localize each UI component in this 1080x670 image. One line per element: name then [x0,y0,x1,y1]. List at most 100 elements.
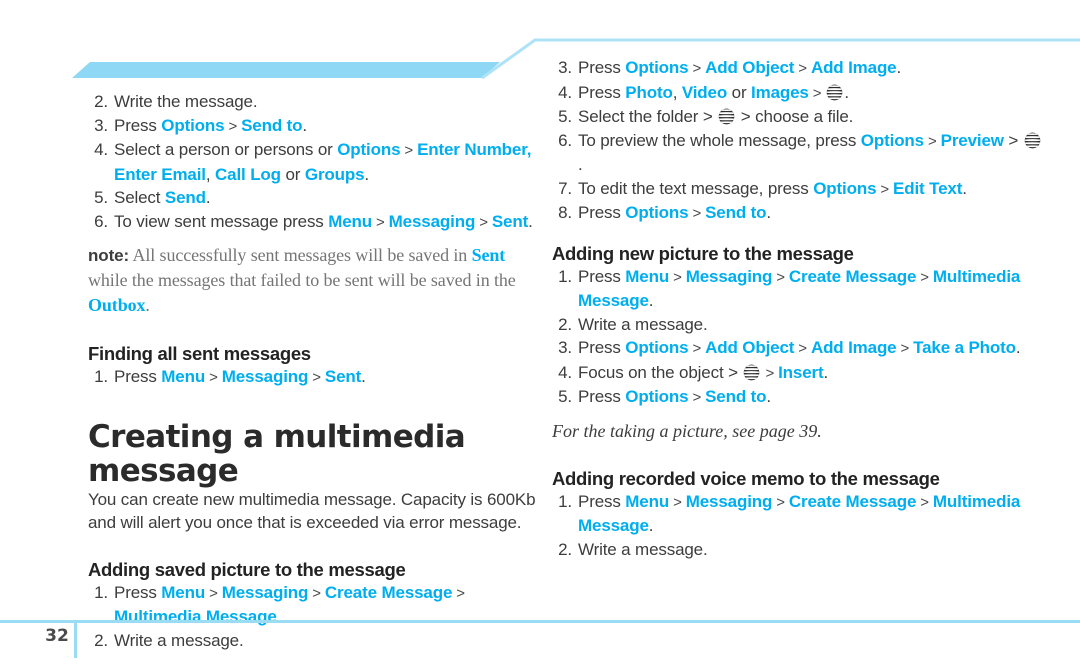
menu-path-token[interactable]: Options [337,140,400,159]
menu-path-token[interactable]: Images [751,83,809,102]
note-keyword: note: [88,246,130,265]
step-number: 4. [558,362,572,382]
step-number: 1. [94,367,108,386]
adding-voice-memo-steps: 1. Press Menu > Messaging > Create Messag… [552,490,1044,562]
step-item: 5. Select the folder > > choose a file. [552,105,1044,129]
menu-path-token[interactable]: Insert [778,363,824,382]
menu-path-token[interactable]: Menu [328,212,372,231]
step-number: 6. [94,211,108,231]
menu-path-token[interactable]: Preview [941,131,1004,150]
step-number: 1. [558,491,572,511]
menu-path-token[interactable]: Enter Email [114,165,206,184]
adding-new-picture-steps: 1. Press Menu > Messaging > Create Messag… [552,265,1044,410]
path-separator: > [761,364,779,382]
text-run: . [844,82,849,102]
left-column: 2. Write the message. 3. Press Options > Se… [88,0,540,652]
path-separator: > [772,268,789,286]
menu-path-token[interactable]: Messaging [686,492,773,511]
step-number: 3. [94,115,108,135]
path-separator: > [372,213,389,231]
step-item: 6. To view sent message press Menu > Mess… [88,210,540,235]
page-number: 32 [45,626,69,646]
menu-path-token[interactable]: Call Log [215,165,281,184]
menu-path-token[interactable]: Options [625,203,688,222]
heading-adding-saved-picture: Adding saved picture to the message [88,558,406,580]
step-item: 3. Press Options > Add Object > Add Image… [552,56,1044,81]
menu-path-token[interactable]: Messaging [222,367,309,386]
menu-path-token[interactable]: Take a Photo [913,338,1016,357]
menu-path-token[interactable]: Options [625,58,688,77]
menu-path-token[interactable]: Menu [161,583,205,602]
menu-path-token[interactable]: Photo [625,83,673,102]
menu-path-token[interactable]: Menu [161,367,205,386]
heading-adding-new-picture: Adding new picture to the message [552,242,854,264]
path-separator: > [876,180,894,198]
menu-path-token[interactable]: Menu [625,492,669,511]
step-number: 5. [94,188,108,207]
step-item: 5. Press Options > Send to. [552,385,1044,410]
path-separator: > [916,493,933,511]
text-run: Press [578,387,626,406]
text-run: Press [578,266,626,286]
step-item: 5. Select Send. [88,186,540,210]
menu-path-token[interactable]: Sent [492,212,528,231]
menu-path-token[interactable]: Options [861,131,924,150]
right-steps-continued: 3. Press Options > Add Object > Add Image… [552,56,1044,226]
text-run: . [578,155,583,174]
text-run: while the messages that failed to be sen… [88,270,516,290]
menu-path-token[interactable]: , [527,140,532,159]
text-run: Press [578,203,626,222]
att-globe-icon [1024,132,1041,148]
menu-path-token[interactable]: Messaging [686,267,773,286]
menu-path-token[interactable]: Send to [705,387,766,406]
menu-path-token[interactable]: Outbox [88,295,146,315]
menu-path-token[interactable]: Groups [305,165,365,184]
step-number: 3. [558,58,572,77]
menu-path-token[interactable]: Edit Text [893,179,962,198]
step-item: 4. Press Photo, Video or Images > . [552,81,1044,106]
menu-path-token[interactable]: Add Object [705,338,794,357]
path-separator: > [475,213,492,231]
menu-path-token[interactable]: Send to [241,116,302,135]
menu-path-token[interactable]: Send [165,188,206,207]
path-separator: > [688,340,706,357]
menu-path-token[interactable]: Create Message [325,583,453,602]
path-separator: > [896,340,914,357]
step-number: 4. [94,140,108,159]
step-item: 2. Write the message. [88,90,540,114]
text-run: Press [114,115,162,135]
menu-path-token[interactable]: Enter Number [417,140,527,159]
menu-path-token[interactable]: Messaging [389,212,476,231]
menu-path-token[interactable]: Options [625,338,688,357]
text-run: , [205,164,216,184]
text-run: . [823,362,829,382]
menu-path-token[interactable]: Video [682,83,727,102]
menu-path-token[interactable]: Options [813,179,876,198]
menu-path-token[interactable]: Options [161,116,224,135]
menu-path-token[interactable]: Sent [325,367,361,386]
path-separator: > [916,268,933,286]
menu-path-token[interactable]: Send to [705,203,766,222]
step-number: 2. [94,92,108,111]
footer-tick-mark [74,620,77,658]
menu-path-token[interactable]: Messaging [222,583,309,602]
menu-path-token[interactable]: Create Message [789,267,917,286]
menu-path-token[interactable]: Add Image [811,58,897,77]
menu-path-token[interactable]: Sent [472,245,506,265]
menu-path-token[interactable]: Add Object [705,58,794,77]
menu-path-token[interactable]: Options [625,387,688,406]
step-item: 2. Write a message. [552,538,1044,562]
path-separator: > [772,493,789,511]
menu-path-token[interactable]: Menu [625,267,669,286]
text-run: or [280,164,305,184]
left-steps-continued: 2. Write the message. 3. Press Options > Se… [88,90,540,234]
menu-path-token[interactable]: Add Image [811,338,897,357]
path-separator: > [308,584,325,602]
menu-path-token[interactable]: Create Message [789,492,917,511]
text-run: . [648,516,654,535]
path-separator: > [688,205,706,222]
step-number: 1. [558,266,572,286]
step-item: 2. Write a message. [552,313,1044,337]
right-column: 3. Press Options > Add Object > Add Image… [552,0,1044,561]
text-run: . [528,211,533,231]
